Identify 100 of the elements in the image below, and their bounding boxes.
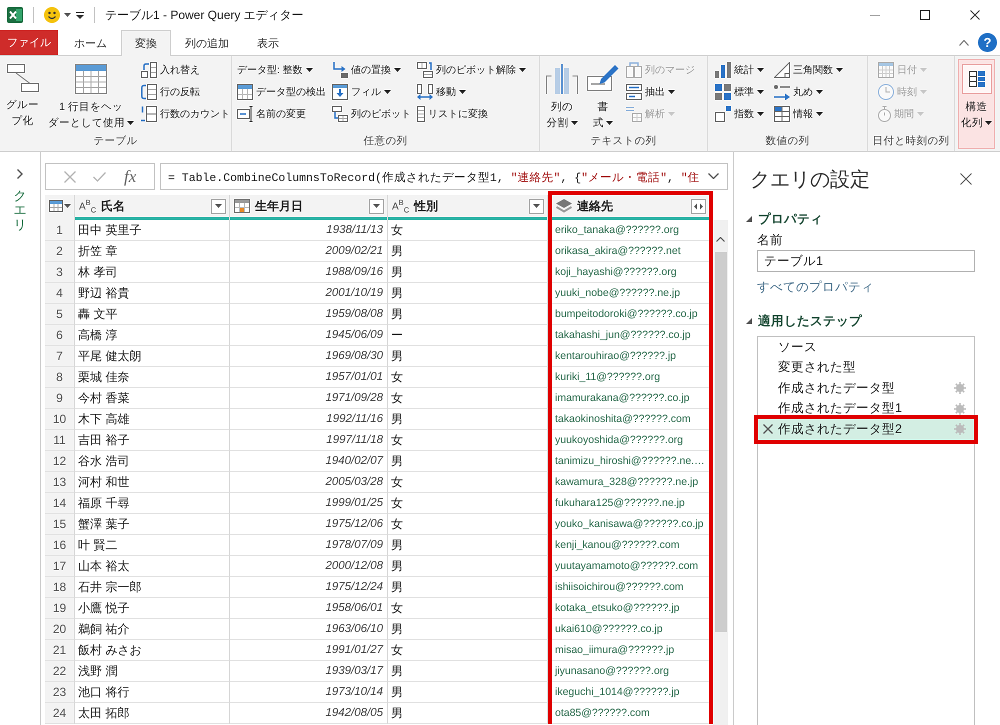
table-cell: 男 [388, 619, 547, 640]
dropdown-icon[interactable] [76, 12, 84, 18]
ribbon-tab[interactable]: 表示 [243, 30, 293, 55]
rows-icon [141, 106, 157, 122]
ribbon-command[interactable]: 行数のカウント [140, 103, 231, 125]
row-number: 15 [45, 514, 74, 535]
ribbon-button[interactable]: 構造 化列 [958, 59, 995, 149]
insert-function-button[interactable]: fx [124, 168, 136, 185]
table-cell: 福原 千尋 [75, 493, 229, 514]
caret-icon [757, 68, 764, 72]
ribbon-command[interactable]: 抽出 [625, 81, 696, 103]
ribbon-command[interactable]: 列のピボット解除 [416, 59, 527, 81]
ribbon-command[interactable]: フィル [331, 81, 412, 103]
table-cell: 1978/07/09 [230, 535, 387, 556]
ribbon-command[interactable]: データ型の検出 [236, 81, 327, 103]
scrollbar[interactable] [713, 220, 728, 725]
table-cell: 女 [388, 220, 547, 241]
table-cell: jiyunasano@??????.org [552, 661, 709, 682]
chevron-right-icon[interactable] [17, 169, 23, 179]
table-cell: 今村 香菜 [75, 388, 229, 409]
scroll-up-icon[interactable] [716, 237, 725, 242]
close-icon[interactable] [960, 173, 972, 185]
caret-icon [570, 121, 578, 126]
row-number: 22 [45, 661, 74, 682]
ribbon-tab[interactable]: 変換 [121, 30, 171, 56]
applied-step[interactable]: 変更された型 [758, 358, 974, 378]
collapse-ribbon-icon[interactable] [959, 40, 969, 46]
app-icon[interactable] [7, 7, 23, 23]
row-number: 20 [45, 619, 74, 640]
layers-icon[interactable] [556, 199, 572, 213]
pane-label[interactable]: クエリ [14, 189, 26, 232]
expand-formula-icon[interactable] [708, 173, 719, 179]
row-number: 13 [45, 472, 74, 493]
ribbon-button[interactable]: 1 行目をヘッ ダーとして使用 [45, 59, 137, 129]
table-cell: 栗城 佳奈 [75, 367, 229, 388]
close-icon[interactable] [970, 10, 980, 20]
applied-step[interactable]: 作成されたデータ型 [758, 378, 974, 398]
name-field[interactable]: テーブル1 [757, 250, 975, 272]
caret-icon [757, 90, 764, 94]
filter-button[interactable] [211, 198, 226, 214]
table-cell: yuutayamamoto@??????.com [552, 556, 709, 577]
smiley-icon[interactable] [44, 7, 60, 23]
caret-icon [757, 112, 764, 116]
column-title: 性別 [414, 198, 438, 214]
ribbon-button[interactable]: 列の 分割 [543, 59, 581, 129]
fill-down-icon [332, 84, 348, 100]
ribbon-button[interactable]: グルー プ化 [3, 59, 42, 129]
table-menu-button[interactable] [48, 200, 70, 212]
filter-button[interactable] [529, 198, 544, 214]
pane-title: クエリの設定 [750, 168, 870, 192]
column-title: 氏名 [101, 198, 126, 214]
ribbon-tab[interactable]: ホーム [60, 30, 121, 55]
calendar-icon[interactable] [234, 199, 250, 213]
table-cell: 男 [388, 262, 547, 283]
caret-icon [836, 68, 843, 72]
ribbon-command[interactable]: 値の置換 [331, 59, 412, 81]
ribbon-command[interactable]: 情報 [773, 103, 844, 125]
triangle-icon [774, 62, 790, 78]
table-cell: 1938/11/13 [230, 220, 387, 241]
filter-button[interactable] [369, 198, 384, 214]
squares-icon [715, 84, 731, 100]
check-icon[interactable] [93, 172, 106, 182]
file-tab[interactable]: ファイル [0, 30, 58, 55]
help-button[interactable]: ? [978, 33, 997, 52]
table-cell: 飯村 みさお [75, 640, 229, 661]
caret-icon [384, 90, 391, 94]
table-cell: 1992/11/16 [230, 409, 387, 430]
maximize-icon[interactable] [920, 10, 930, 20]
ribbon-command[interactable]: 移動 [416, 81, 527, 103]
section-header[interactable]: 適用したステップ [746, 312, 862, 330]
ribbon-command[interactable]: 統計 [714, 59, 765, 81]
table-cell: 女 [388, 493, 547, 514]
grid-icon [75, 64, 107, 94]
row-number: 9 [45, 388, 74, 409]
ribbon-command[interactable]: 行の反転 [140, 81, 231, 103]
all-properties-link[interactable]: すべてのプロパティ [757, 279, 874, 296]
applied-step[interactable]: 作成されたデータ型2 [758, 419, 974, 440]
table-cell: 折笠 章 [75, 241, 229, 262]
delete-icon[interactable] [763, 424, 773, 434]
applied-step[interactable]: 作成されたデータ型1 [758, 398, 974, 419]
caret-icon [459, 90, 466, 94]
applied-step[interactable]: ソース [758, 337, 974, 358]
ribbon-tab[interactable]: 列の追加 [171, 30, 243, 55]
ribbon-command[interactable]: データ型: 整数 [236, 59, 327, 81]
ribbon-command[interactable]: 入れ替え [140, 59, 231, 81]
ribbon-command[interactable]: 丸め [773, 81, 844, 103]
ribbon-command[interactable]: リストに変換 [416, 103, 527, 125]
ribbon-command[interactable]: 標準 [714, 81, 765, 103]
section-header[interactable]: プロパティ [746, 210, 823, 228]
ribbon-command[interactable]: 三角関数 [773, 59, 844, 81]
expand-column-button[interactable] [691, 198, 706, 214]
formula-field[interactable]: = Table.CombineColumnsToRecord(作成されたデータ型1, "連絡先", {"メール・電話", "住 [160, 163, 728, 190]
ribbon-command[interactable]: 指数 [714, 103, 765, 125]
list-icon [417, 106, 425, 122]
ribbon-button[interactable]: 書 式 [584, 59, 622, 129]
ribbon-command[interactable]: 名前の変更 [236, 103, 327, 125]
calendar-icon [878, 62, 894, 78]
rename-icon [237, 106, 253, 122]
scrollbar-thumb[interactable] [714, 252, 726, 632]
ribbon-command[interactable]: 列のピボット [331, 103, 412, 125]
